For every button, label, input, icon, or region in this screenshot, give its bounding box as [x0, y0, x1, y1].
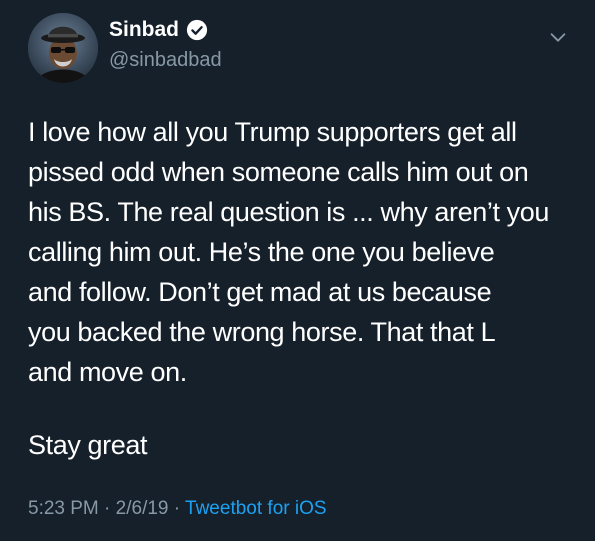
tweet-text-line: you backed the wrong horse. That that L — [28, 317, 496, 347]
tweet-time[interactable]: 5:23 PM — [28, 498, 99, 519]
tweet-text-line: pissed odd when someone calls him out on — [28, 157, 529, 187]
avatar[interactable] — [28, 13, 98, 83]
meta-separator: · — [98, 498, 116, 519]
verified-badge-icon — [186, 19, 208, 41]
display-name[interactable]: Sinbad — [109, 16, 179, 44]
tweet-date[interactable]: 2/6/19 — [116, 498, 169, 519]
tweet-text-line: calling him out. He’s the one you believ… — [28, 237, 495, 267]
tweet-card: Sinbad @sinbadbad I love how all you Tru… — [0, 0, 595, 541]
tweet-text-line: and follow. Don’t get mad at us because — [28, 277, 492, 307]
display-name-row: Sinbad — [109, 16, 208, 44]
tweet-text-line: I love how all you Trump supporters get … — [28, 117, 517, 147]
chevron-down-icon[interactable] — [547, 26, 569, 48]
tweet-text-line: and move on. — [28, 357, 187, 387]
tweet-meta: 5:23 PM · 2/6/19 · Tweetbot for iOS — [28, 496, 327, 522]
tweet-text: I love how all you Trump supporters get … — [28, 112, 573, 392]
tweet-closing-line: Stay great — [28, 430, 148, 460]
avatar-image — [28, 13, 98, 83]
tweet-source-link[interactable]: Tweetbot for iOS — [185, 498, 327, 519]
meta-separator: · — [168, 498, 186, 519]
tweet-text-line: his BS. The real question is ... why are… — [28, 197, 549, 227]
user-handle[interactable]: @sinbadbad — [109, 47, 222, 73]
